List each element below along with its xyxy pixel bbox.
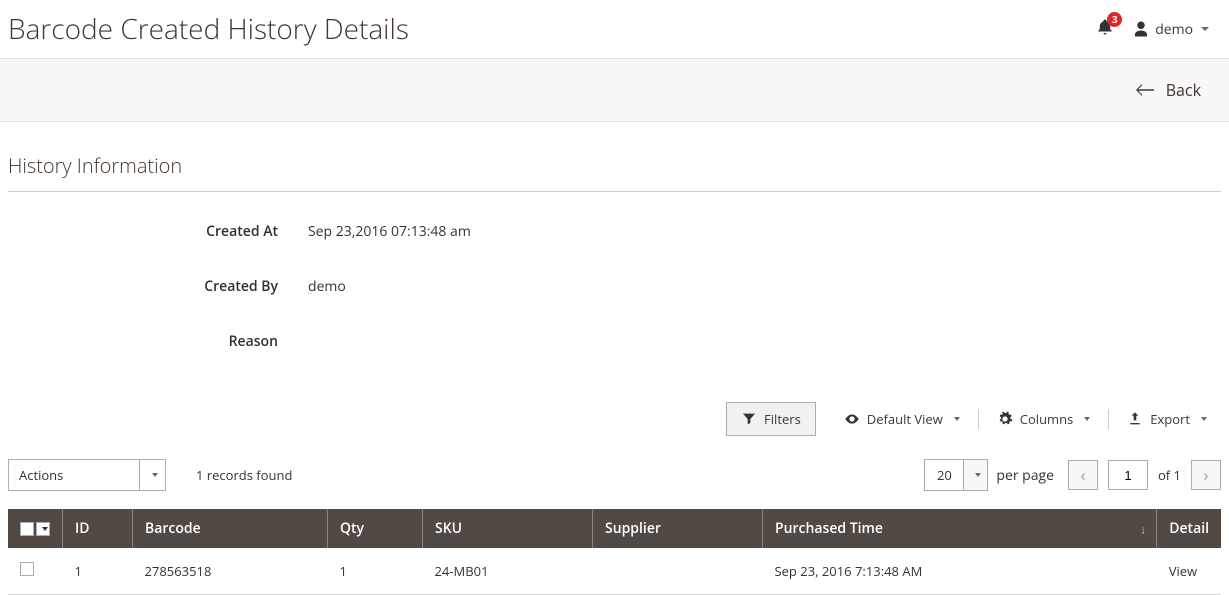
- header-checkbox[interactable]: [8, 509, 63, 548]
- arrow-left-icon: [1136, 83, 1154, 97]
- caret-down-icon: [152, 473, 158, 477]
- per-page-value: 20: [925, 460, 963, 490]
- user-menu[interactable]: demo: [1132, 20, 1209, 39]
- cell-detail-link[interactable]: View: [1157, 548, 1221, 595]
- created-by-label: Created By: [8, 277, 308, 296]
- header-barcode[interactable]: Barcode: [133, 509, 328, 548]
- columns-label: Columns: [1020, 410, 1073, 428]
- cell-barcode: 278563518: [133, 548, 328, 595]
- cell-supplier: [593, 548, 763, 595]
- reason-label: Reason: [8, 332, 308, 351]
- checkbox-toggle[interactable]: [36, 522, 50, 536]
- back-label: Back: [1166, 79, 1201, 101]
- created-at-label: Created At: [8, 222, 308, 241]
- default-view-label: Default View: [867, 410, 943, 428]
- actions-label: Actions: [9, 460, 139, 490]
- header-id[interactable]: ID: [63, 509, 133, 548]
- row-checkbox[interactable]: [20, 562, 34, 576]
- gear-icon: [997, 411, 1013, 427]
- header-purchased-time[interactable]: Purchased Time↓: [763, 509, 1157, 548]
- caret-down-icon: [1201, 27, 1209, 31]
- per-page-select[interactable]: 20: [924, 459, 988, 491]
- chevron-left-icon: ‹: [1081, 464, 1086, 486]
- actions-dropdown[interactable]: Actions: [8, 459, 166, 491]
- checkbox-icon[interactable]: [20, 522, 34, 536]
- cell-sku: 24-MB01: [423, 548, 593, 595]
- export-button[interactable]: Export: [1113, 403, 1221, 435]
- columns-button[interactable]: Columns: [983, 403, 1104, 435]
- per-page-toggle[interactable]: [963, 460, 987, 490]
- chevron-right-icon: ›: [1204, 464, 1209, 486]
- cell-id: 1: [63, 548, 133, 595]
- filters-label: Filters: [764, 410, 801, 428]
- filters-button[interactable]: Filters: [726, 402, 816, 436]
- funnel-icon: [741, 411, 757, 427]
- header-supplier[interactable]: Supplier: [593, 509, 763, 548]
- pager-of: of 1: [1158, 466, 1181, 484]
- caret-down-icon: [1084, 417, 1090, 421]
- created-at-value: Sep 23,2016 07:13:48 am: [308, 222, 471, 241]
- caret-down-icon: [975, 473, 981, 477]
- records-found: 1 records found: [196, 466, 292, 484]
- header-qty[interactable]: Qty: [328, 509, 423, 548]
- user-icon: [1132, 20, 1150, 38]
- header-sku[interactable]: SKU: [423, 509, 593, 548]
- per-page-label: per page: [996, 466, 1054, 485]
- user-name: demo: [1155, 20, 1193, 39]
- export-label: Export: [1150, 410, 1190, 428]
- caret-down-icon: [954, 417, 960, 421]
- created-by-value: demo: [308, 277, 346, 296]
- pager-prev[interactable]: ‹: [1068, 460, 1098, 490]
- pager-current[interactable]: [1108, 460, 1148, 490]
- default-view-button[interactable]: Default View: [830, 403, 974, 435]
- pager-next[interactable]: ›: [1191, 460, 1221, 490]
- eye-icon: [844, 411, 860, 427]
- table-row[interactable]: 1 278563518 1 24-MB01 Sep 23, 2016 7:13:…: [8, 548, 1221, 595]
- notifications-button[interactable]: 3: [1096, 18, 1114, 41]
- back-button[interactable]: Back: [1136, 79, 1201, 101]
- actions-toggle[interactable]: [139, 460, 165, 490]
- caret-down-icon: [42, 527, 48, 531]
- header-detail[interactable]: Detail: [1157, 509, 1221, 548]
- sort-arrow-icon: ↓: [1140, 520, 1146, 537]
- section-title: History Information: [8, 152, 1221, 192]
- cell-qty[interactable]: 1: [328, 548, 423, 595]
- caret-down-icon: [1201, 417, 1207, 421]
- page-title: Barcode Created History Details: [8, 10, 409, 48]
- notification-badge: 3: [1107, 12, 1122, 27]
- separator: [978, 409, 979, 429]
- export-icon: [1127, 411, 1143, 427]
- separator: [1108, 409, 1109, 429]
- cell-purchased-time: Sep 23, 2016 7:13:48 AM: [763, 548, 1157, 595]
- grid-header-row: ID Barcode Qty SKU Supplier Purchased Ti…: [8, 509, 1221, 548]
